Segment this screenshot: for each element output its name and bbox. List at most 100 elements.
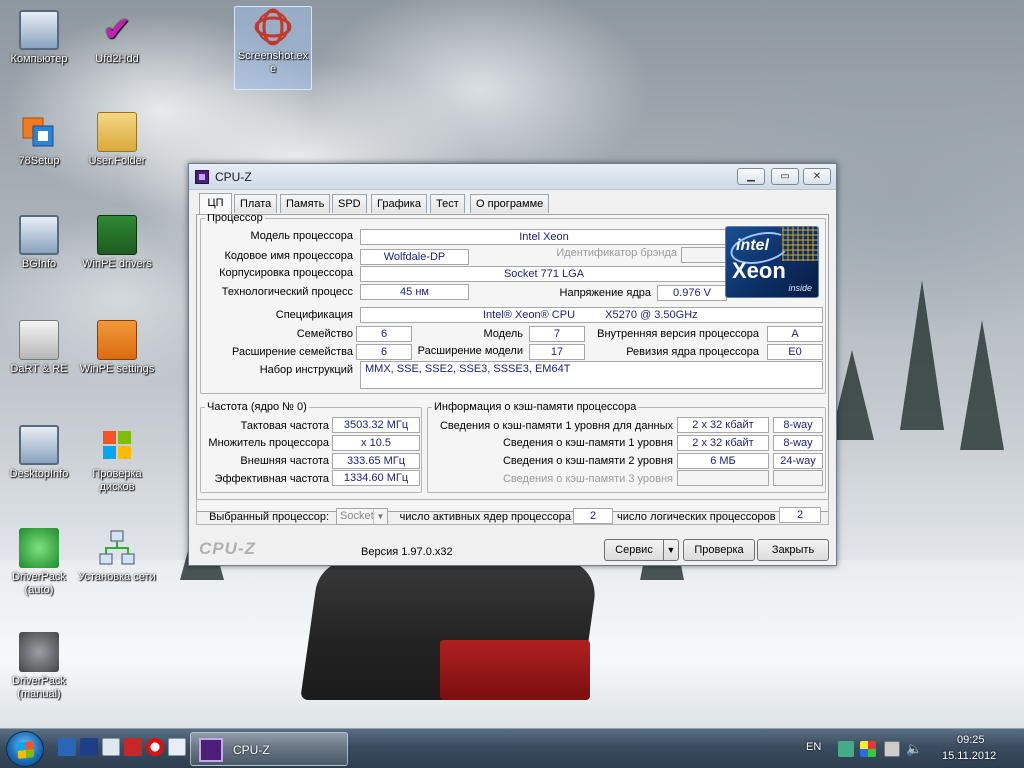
desktop-icon-check-disks[interactable]: Проверка дисков — [78, 425, 156, 494]
desktop-icon-screenshot[interactable]: Screenshot.exe — [234, 6, 312, 90]
display-tray-icon[interactable] — [860, 741, 876, 757]
driverpack-icon — [19, 632, 59, 672]
chevron-down-icon: ▼ — [666, 545, 676, 555]
technology-label: Технологический процесс — [221, 286, 353, 298]
desktop-icon-winpe-settings[interactable]: WinPE settings — [78, 320, 156, 376]
tab-graphics[interactable]: Графика — [371, 194, 427, 213]
desktop-icon-network-setup[interactable]: Установка сети — [78, 528, 156, 584]
desktop-icon-label: DriverPack (manual) — [12, 675, 66, 700]
bus-speed-value: 333.65 МГц — [332, 453, 420, 469]
start-button[interactable] — [6, 731, 44, 767]
stepping-value: A — [767, 326, 823, 342]
l1d-way-value: 8-way — [773, 417, 823, 433]
specification-label: Спецификация — [275, 309, 353, 321]
tools-button[interactable]: Сервис — [604, 539, 664, 561]
clock-date[interactable]: 15.11.2012 — [942, 750, 996, 762]
name-label: Модель процессора — [250, 230, 353, 242]
desktop-icon-user-folder[interactable]: User.Folder — [78, 112, 156, 168]
validate-button[interactable]: Проверка — [683, 539, 755, 561]
threads-label: число логических процессоров — [617, 511, 776, 523]
desktop-icon-78setup[interactable]: 78Setup — [0, 112, 78, 168]
ext-model-value: 17 — [529, 344, 585, 360]
tab-mainboard[interactable]: Плата — [234, 194, 278, 213]
taskbar-item-cpuz[interactable]: CPU-Z — [190, 732, 348, 766]
l2-way-value: 24-way — [773, 453, 823, 469]
intel-xeon-logo: intel Xeon inside — [725, 226, 819, 298]
security-tray-icon[interactable] — [838, 741, 854, 757]
package-label: Корпусировка процессора — [219, 267, 353, 279]
desktop-icon-ufd2hdd[interactable]: Ufd2Hdd — [78, 10, 156, 66]
brand-id-label: Идентификатор брэнда — [556, 247, 677, 259]
tree — [960, 320, 1004, 450]
taskbar: CPU-Z EN 🔈 09:25 15.11.2012 — [0, 728, 1024, 768]
desktop-icon-desktopinfo[interactable]: DesktopInfo — [0, 425, 78, 481]
active-cores-value: 2 — [573, 508, 613, 524]
quicklaunch-m-icon[interactable] — [124, 738, 142, 756]
window-title: CPU-Z — [215, 170, 252, 184]
language-indicator[interactable]: EN — [806, 741, 821, 753]
desktop-icon-label: BGInfo — [21, 258, 57, 270]
logo-xeon-text: Xeon — [732, 258, 786, 283]
tab-about[interactable]: О программе — [470, 194, 550, 213]
title-bar[interactable]: CPU-Z ▁ ▭ ✕ — [189, 164, 836, 190]
volume-icon[interactable]: 🔈 — [906, 741, 922, 757]
stepping-label: Внутренняя версия процессора — [597, 328, 759, 340]
specification-model: X5270 @ 3.50GHz — [605, 309, 698, 321]
bginfo-icon — [19, 215, 59, 255]
rated-fsb-label: Эффективная частота — [214, 473, 329, 485]
cpuz-brand: CPU-Z — [199, 539, 256, 558]
desktop-icon-winpe-drivers[interactable]: WinPE drivers — [78, 215, 156, 271]
close-button[interactable]: Закрыть — [757, 539, 829, 561]
tree — [900, 280, 944, 430]
active-cores-label: число активных ядер процессора — [399, 511, 571, 523]
tab-bench[interactable]: Тест — [430, 194, 465, 213]
close-window-button[interactable]: ✕ — [803, 168, 831, 185]
ext-family-value: 6 — [356, 344, 412, 360]
quicklaunch-explorer-icon[interactable] — [58, 738, 76, 756]
opera-icon[interactable] — [146, 738, 164, 756]
tab-memory[interactable]: Память — [280, 194, 331, 213]
desktop-icon-driverpack-auto[interactable]: DriverPack (auto) — [0, 528, 78, 597]
processor-name-value: Intel Xeon — [360, 229, 728, 245]
selection-label: Выбранный процессор: — [209, 511, 329, 523]
desktop-icon-dart[interactable]: DaRT & RE — [0, 320, 78, 376]
processor-select[interactable]: Socket ▼ — [336, 508, 388, 525]
instructions-label: Набор инструкций — [259, 364, 353, 376]
l1i-size-value: 2 x 32 кбайт — [677, 435, 769, 451]
specification-value: Intel® Xeon® CPU X5270 @ 3.50GHz — [360, 307, 823, 323]
taskbar-item-label: CPU-Z — [233, 743, 270, 757]
desktop-icon-computer[interactable]: Компьютер — [0, 10, 78, 66]
l1d-label: Сведения о кэш-памяти 1 уровня для данны… — [439, 420, 673, 432]
maximize-icon: ▭ — [780, 171, 790, 182]
logo-intel-text: intel — [736, 237, 769, 254]
quicklaunch-monitor-icon[interactable] — [102, 738, 120, 756]
l2-label: Сведения о кэш-памяти 2 уровня — [502, 455, 673, 467]
desktop-icon-label: Проверка дисков — [92, 468, 142, 493]
tab-spd[interactable]: SPD — [332, 194, 367, 213]
bus-speed-label: Внешняя частота — [240, 455, 329, 467]
codename-label: Кодовое имя процессора — [224, 250, 353, 262]
maximize-button[interactable]: ▭ — [771, 168, 799, 185]
tab-cpu[interactable]: ЦП — [199, 193, 232, 214]
settings-folder-icon — [97, 320, 137, 360]
tools-dropdown-button[interactable]: ▼ — [663, 539, 679, 561]
desktop-icon-label: Компьютер — [10, 53, 68, 65]
clock-time[interactable]: 09:25 — [957, 734, 985, 746]
minimize-button[interactable]: ▁ — [737, 168, 765, 185]
processor-select-value: Socket — [340, 510, 374, 522]
codename-value: Wolfdale-DP — [360, 249, 469, 265]
voltage-value: 0.976 V — [657, 285, 727, 301]
logo-inside-text: inside — [788, 283, 812, 293]
desktop-icon-label: Screenshot.exe — [237, 50, 309, 75]
desktop-icon-driverpack-manual[interactable]: DriverPack (manual) — [0, 632, 78, 701]
ext-family-label: Расширение семейства — [231, 346, 353, 358]
quicklaunch-window-icon[interactable] — [168, 738, 186, 756]
quicklaunch-save-icon[interactable] — [80, 738, 98, 756]
desktop-icon-bginfo[interactable]: BGInfo — [0, 215, 78, 271]
model-value: 7 — [529, 326, 585, 342]
network-tray-icon[interactable] — [884, 741, 900, 757]
revision-label: Ревизия ядра процессора — [626, 346, 759, 358]
voltage-label: Напряжение ядра — [559, 287, 651, 299]
clocks-legend: Частота (ядро № 0) — [207, 401, 307, 413]
family-label: Семейство — [296, 328, 353, 340]
